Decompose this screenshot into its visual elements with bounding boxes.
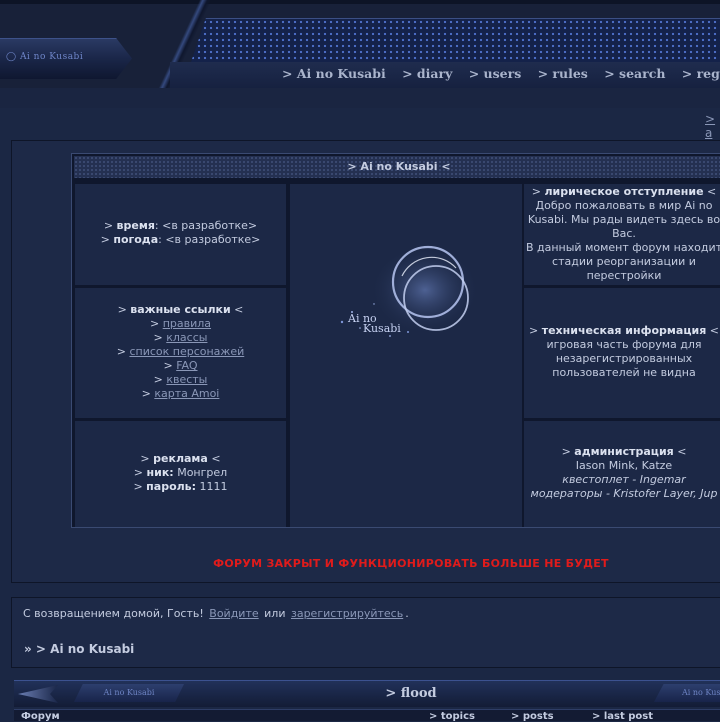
nav-diary[interactable]: > diary <box>402 66 452 81</box>
register-link[interactable]: зарегистрируйтесь <box>291 607 403 620</box>
category-title[interactable]: > flood <box>14 686 720 701</box>
lyrical-title: > лирическое отступление < <box>531 185 717 198</box>
links-title: > важные ссылки < <box>117 303 244 316</box>
links-cell: > важные ссылки < > правила > классы > с… <box>75 288 286 418</box>
link-quests[interactable]: квесты <box>166 373 207 386</box>
info-table-title: > Ai no Kusabi < <box>74 156 720 178</box>
nav-rules[interactable]: > rules <box>538 66 588 81</box>
ad-title: > реклама < <box>140 452 221 465</box>
breadcrumb[interactable]: » > Ai no Kusabi <box>24 642 134 656</box>
lyrical-cell: > лирическое отступление < Добро пожалов… <box>524 184 720 285</box>
site-logo: Ai no Kusabi <box>330 240 480 350</box>
corner-link[interactable]: > a <box>705 112 720 140</box>
time-weather-cell: > время: <в разработке> > погода: <в раз… <box>75 184 286 285</box>
header-under-band <box>0 88 720 108</box>
nav-registration[interactable]: > registration <box>682 66 720 81</box>
col-forum: Форум <box>21 711 60 722</box>
welcome-text: С возвращением домой, Гость! Войдите или… <box>23 607 409 620</box>
nav-search[interactable]: > search <box>604 66 665 81</box>
ad-cell: > реклама < > ник: Монгрел > пароль: 111… <box>75 421 286 527</box>
col-last-post: > last post <box>592 711 654 722</box>
administration-title: > администрация < <box>561 445 687 458</box>
quest-master: квестоплет - Ingemar <box>562 473 686 486</box>
administration-cell: > администрация < Iason Mink, Katze квес… <box>524 421 720 527</box>
category-bar: Ai no Kusabi > flood Ai no Kusabi <box>14 680 720 707</box>
header-top-line <box>0 0 720 4</box>
nav-users[interactable]: > users <box>469 66 522 81</box>
header-dotted-panel <box>190 18 720 65</box>
col-posts: > posts <box>511 711 554 722</box>
login-link[interactable]: Войдите <box>209 607 258 620</box>
category-tab-right: Ai no Kusabi <box>654 684 720 702</box>
nav-home[interactable]: > Ai no Kusabi <box>282 66 386 81</box>
header-logo-small[interactable]: ◯ Ai no Kusabi <box>6 52 83 62</box>
forum-column-headers: Форум > topics > posts > last post <box>14 709 720 722</box>
time-line: > время: <в разработке> <box>103 219 258 232</box>
weather-line: > погода: <в разработке> <box>100 233 261 246</box>
tech-info-cell: > техническая информация < игровая часть… <box>524 288 720 418</box>
logo-text-line2: Kusabi <box>363 322 401 335</box>
admin-names: Iason Mink, Katze <box>575 459 673 472</box>
tech-info-title: > техническая информация < <box>529 324 719 337</box>
main-nav: > Ai no Kusabi > diary > users > rules >… <box>282 66 720 81</box>
link-rules[interactable]: правила <box>163 317 211 330</box>
logo-rings-icon: Ai no Kusabi <box>340 245 480 337</box>
logo-cell <box>290 184 522 527</box>
link-map[interactable]: карта Amoi <box>154 387 219 400</box>
link-faq[interactable]: FAQ <box>176 359 197 372</box>
link-classes[interactable]: классы <box>166 331 207 344</box>
logo-ring-icon: ◯ <box>6 52 20 62</box>
link-characters[interactable]: список персонажей <box>129 345 244 358</box>
forum-closed-notice: ФОРУМ ЗАКРЫТ И ФУНКЦИОНИРОВАТЬ БОЛЬШЕ НЕ… <box>213 557 609 570</box>
moderators: модераторы - Kristofer Layer, Jup <box>530 487 718 500</box>
site-header: ◯ Ai no Kusabi > Ai no Kusabi > diary > … <box>0 0 720 108</box>
ad-password: > пароль: 1111 <box>133 480 228 493</box>
col-topics: > topics <box>429 711 475 722</box>
ad-nick: > ник: Монгрел <box>133 466 228 479</box>
